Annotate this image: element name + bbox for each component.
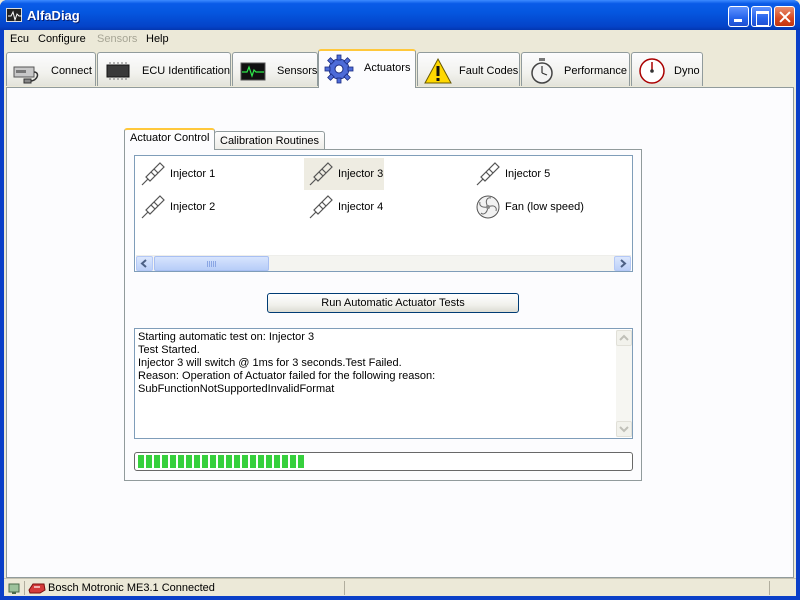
actuator-label: Injector 5 — [505, 168, 551, 180]
injector-icon — [308, 194, 334, 220]
log-scrollbar[interactable] — [616, 330, 632, 437]
actuator-label: Fan (low speed) — [505, 201, 584, 213]
actuator-label: Injector 1 — [170, 168, 216, 180]
progress-fill — [138, 455, 305, 468]
actuator-injector-5[interactable]: Injector 5 — [471, 158, 551, 190]
status-separator — [769, 581, 770, 595]
log-line: SubFunctionNotSupportedInvalidFormat — [138, 383, 335, 395]
window-title: AlfaDiag — [27, 8, 80, 23]
actuator-injector-4[interactable]: Injector 4 — [304, 191, 384, 223]
tab-performance[interactable]: Performance — [521, 52, 630, 86]
status-bar: Bosch Motronic ME3.1 Connected — [4, 578, 796, 596]
tab-connect[interactable]: Connect — [6, 52, 96, 86]
test-progress-bar — [134, 452, 633, 471]
tab-actuators[interactable]: Actuators — [318, 49, 416, 88]
scroll-right-button[interactable] — [614, 256, 631, 271]
log-line: Starting automatic test on: Injector 3 — [138, 331, 315, 343]
tab-connect-label: Connect — [51, 65, 92, 77]
actuator-control-panel: Injector 1 Injector 2 Injector 3 Injecto… — [124, 149, 642, 481]
oscilloscope-icon — [238, 57, 268, 85]
tab-dyno[interactable]: Dyno — [631, 52, 703, 86]
main-tabstrip: Connect ECU Identification Sensors Actua… — [4, 49, 796, 88]
menu-ecu[interactable]: Ecu — [10, 33, 29, 45]
minimize-button[interactable] — [728, 6, 749, 27]
injector-icon — [308, 161, 334, 187]
tab-sensors[interactable]: Sensors — [232, 52, 318, 86]
actuator-injector-3[interactable]: Injector 3 — [304, 158, 384, 190]
close-button[interactable] — [774, 6, 795, 27]
gauge-icon — [637, 57, 667, 85]
warning-icon — [423, 57, 453, 85]
chip-icon — [103, 57, 133, 85]
log-line: Test Started. — [138, 344, 200, 356]
tab-actuators-label: Actuators — [364, 62, 411, 74]
actuator-label: Injector 4 — [338, 201, 384, 213]
gear-icon — [324, 54, 354, 84]
status-separator — [344, 581, 345, 595]
client-area: Ecu Configure Sensors Help Connect ECU I… — [4, 30, 796, 596]
status-text: Bosch Motronic ME3.1 Connected — [48, 582, 215, 594]
status-separator — [24, 581, 25, 595]
tab-calibration-routines[interactable]: Calibration Routines — [214, 131, 326, 151]
actuator-injector-2[interactable]: Injector 2 — [136, 191, 216, 223]
tab-actuator-control[interactable]: Actuator Control — [124, 128, 216, 150]
actuators-page: Actuator Control Calibration Routines In… — [6, 87, 794, 578]
actuator-list[interactable]: Injector 1 Injector 2 Injector 3 Injecto… — [134, 155, 633, 272]
scroll-left-button[interactable] — [136, 256, 153, 271]
status-ecu-icon — [28, 581, 46, 598]
actuator-list-scrollbar[interactable] — [136, 255, 631, 271]
injector-icon — [140, 194, 166, 220]
status-connection-icon — [8, 581, 22, 598]
stopwatch-icon — [527, 57, 557, 85]
tab-dyno-label: Dyno — [674, 65, 700, 77]
fan-icon — [475, 194, 501, 220]
scroll-grip-icon — [207, 261, 217, 267]
tab-sensors-label: Sensors — [277, 65, 318, 77]
menu-configure[interactable]: Configure — [38, 33, 86, 45]
menu-sensors: Sensors — [97, 33, 138, 45]
tab-ecu-identification[interactable]: ECU Identification — [97, 52, 231, 86]
log-line: Injector 3 will switch @ 1ms for 3 secon… — [138, 357, 402, 369]
tab-fault-codes[interactable]: Fault Codes — [417, 52, 520, 86]
actuator-label: Injector 2 — [170, 201, 216, 213]
menu-bar: Ecu Configure Sensors Help — [4, 30, 796, 49]
app-window: AlfaDiag Ecu Configure Sensors Help Conn… — [0, 0, 800, 600]
title-bar[interactable]: AlfaDiag — [0, 0, 800, 30]
scroll-down-button[interactable] — [616, 421, 632, 437]
test-log[interactable]: Starting automatic test on: Injector 3 T… — [134, 328, 633, 439]
connect-icon — [12, 57, 42, 85]
actuator-label: Injector 3 — [338, 168, 384, 180]
app-icon[interactable] — [6, 8, 22, 22]
injector-icon — [140, 161, 166, 187]
maximize-button[interactable] — [751, 6, 772, 27]
run-automatic-tests-button[interactable]: Run Automatic Actuator Tests — [267, 293, 519, 313]
tab-fault-codes-label: Fault Codes — [459, 65, 519, 77]
actuator-fan-low-speed[interactable]: Fan (low speed) — [471, 191, 587, 223]
scroll-thumb[interactable] — [154, 256, 269, 271]
log-line: Reason: Operation of Actuator failed for… — [138, 370, 436, 382]
tab-performance-label: Performance — [564, 65, 627, 77]
scroll-up-button[interactable] — [616, 330, 632, 346]
tab-ecu-identification-label: ECU Identification — [142, 65, 231, 77]
menu-help[interactable]: Help — [146, 33, 169, 45]
injector-icon — [475, 161, 501, 187]
actuator-injector-1[interactable]: Injector 1 — [136, 158, 216, 190]
